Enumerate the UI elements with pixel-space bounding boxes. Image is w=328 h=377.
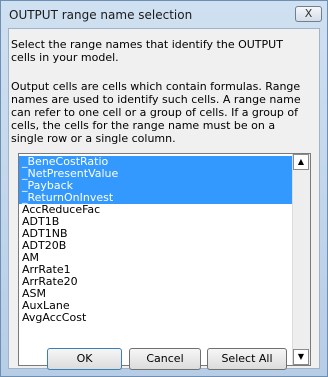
ok-button[interactable]: OK <box>47 348 122 370</box>
close-button[interactable]: X <box>295 6 322 22</box>
arrow-up-icon: ▲ <box>297 157 305 166</box>
list-item[interactable]: AvgAccCost <box>19 312 293 324</box>
list-item[interactable]: ArrRate20 <box>19 276 293 288</box>
list-item[interactable]: AccReduceFac <box>19 204 293 216</box>
window-title: OUTPUT range name selection <box>9 8 193 22</box>
list-item[interactable]: ADT20B <box>19 240 293 252</box>
scroll-up-button[interactable]: ▲ <box>293 154 309 170</box>
list-items: _BeneCostRatio _NetPresentValue _Payback _R… <box>19 156 293 324</box>
close-icon: X <box>304 7 313 20</box>
description-text: Output cells are cells which contain for… <box>11 80 301 145</box>
vertical-scrollbar[interactable]: ▲ ▼ <box>292 154 310 365</box>
dialog-content: Select the range names that identify the… <box>8 28 320 369</box>
title-bar[interactable]: OUTPUT range name selection X <box>1 1 327 28</box>
dialog-window: OUTPUT range name selection X Select the… <box>0 0 328 377</box>
range-name-listbox[interactable]: _BeneCostRatio _NetPresentValue _Payback _R… <box>18 153 311 366</box>
scroll-down-button[interactable]: ▼ <box>293 349 309 365</box>
arrow-down-icon: ▼ <box>297 352 305 361</box>
cancel-button[interactable]: Cancel <box>129 348 201 370</box>
instruction-text: Select the range names that identify the… <box>11 38 283 64</box>
select-all-button[interactable]: Select All <box>207 348 287 370</box>
